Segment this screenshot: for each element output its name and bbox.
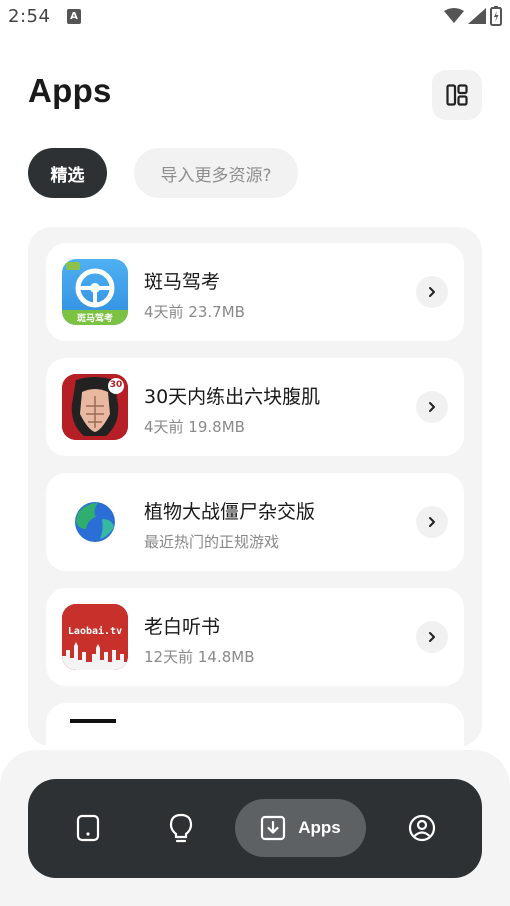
- status-time: 2:54: [8, 6, 51, 27]
- abs-fitness-icon: 30: [62, 374, 128, 440]
- app-icon-partial: [70, 719, 116, 723]
- nav-item-apps-label: Apps: [298, 818, 341, 837]
- chevron-right-icon: [429, 287, 435, 297]
- app-list: 斑马驾考 斑马驾考 4天前 23.7MB 30 30天内练出六块腹肌 4天前 1…: [28, 227, 482, 747]
- open-app-button[interactable]: [416, 391, 448, 423]
- layout-toggle-button[interactable]: [432, 70, 482, 120]
- phone-icon: [76, 814, 100, 842]
- lightbulb-icon: [169, 813, 193, 843]
- nav-item-ideas[interactable]: [161, 799, 201, 857]
- globe-icon: [62, 489, 128, 555]
- open-app-button[interactable]: [416, 276, 448, 308]
- nav-item-phone[interactable]: [68, 799, 108, 857]
- open-app-button[interactable]: [416, 506, 448, 538]
- status-bar: 2:54 A: [0, 0, 510, 36]
- app-meta: 4天前 23.7MB: [144, 303, 245, 321]
- signal-icon: [468, 8, 486, 24]
- app-meta: 12天前 14.8MB: [144, 648, 255, 666]
- app-icon-badge: 斑马驾考: [76, 314, 113, 324]
- chevron-right-icon: [429, 517, 435, 527]
- app-name: 斑马驾考: [144, 271, 221, 293]
- list-item[interactable]: 30 30天内练出六块腹肌 4天前 19.8MB: [46, 358, 464, 456]
- notification-icon: A: [67, 9, 81, 24]
- page-title: Apps: [28, 72, 112, 109]
- chevron-right-icon: [429, 632, 435, 642]
- filter-chip-import[interactable]: 导入更多资源?: [134, 148, 298, 198]
- app-meta: 最近热门的正规游戏: [144, 533, 280, 551]
- app-icon-badge: Laobai.tv: [67, 626, 123, 637]
- laobai-icon: Laobai.tv: [62, 604, 128, 670]
- list-item[interactable]: [46, 703, 464, 747]
- app-name: 老白听书: [144, 616, 221, 638]
- list-item[interactable]: Laobai.tv 老白听书 12天前 14.8MB: [46, 588, 464, 686]
- layout-grid-icon: [446, 84, 468, 106]
- app-name: 30天内练出六块腹肌: [144, 386, 321, 408]
- chevron-right-icon: [429, 402, 435, 412]
- list-item[interactable]: 植物大战僵尸杂交版 最近热门的正规游戏: [46, 473, 464, 571]
- status-icons: [444, 6, 502, 26]
- app-meta: 4天前 19.8MB: [144, 418, 245, 436]
- nav-item-apps[interactable]: Apps: [235, 799, 366, 857]
- filter-chip-featured[interactable]: 精选: [28, 148, 107, 198]
- battery-icon: [490, 6, 502, 26]
- download-icon: [261, 815, 286, 841]
- steering-wheel-icon: 斑马驾考: [62, 259, 128, 325]
- nav-item-profile[interactable]: [402, 799, 442, 857]
- list-item[interactable]: 斑马驾考 斑马驾考 4天前 23.7MB: [46, 243, 464, 341]
- app-icon-badge: 30: [109, 380, 123, 390]
- profile-icon: [408, 814, 436, 842]
- app-name: 植物大战僵尸杂交版: [144, 501, 316, 523]
- open-app-button[interactable]: [416, 621, 448, 653]
- bottom-nav: Apps: [28, 779, 482, 878]
- wifi-icon: [444, 8, 464, 23]
